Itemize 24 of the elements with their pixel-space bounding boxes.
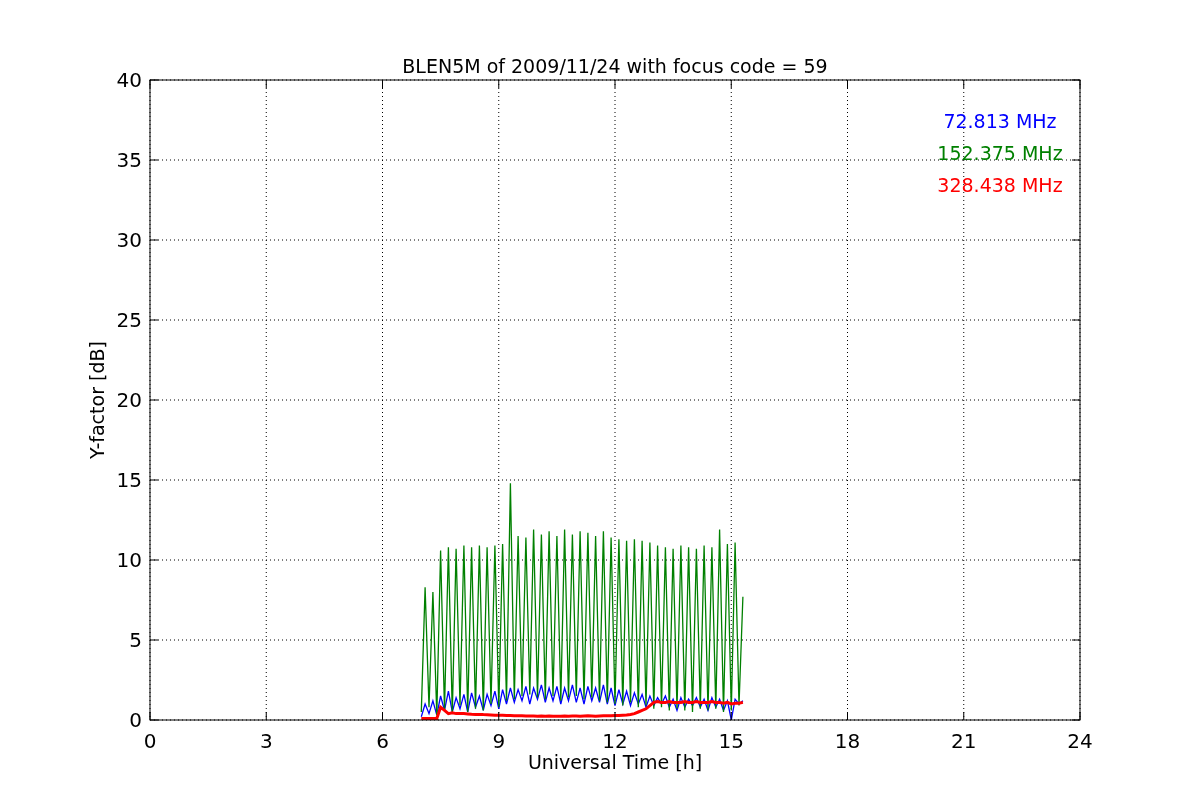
x-tick-label: 0 <box>143 729 157 753</box>
legend-label: 152.375 MHz <box>937 142 1063 164</box>
y-tick-label: 20 <box>116 388 142 412</box>
x-tick-label: 6 <box>376 729 389 753</box>
y-tick-label: 15 <box>116 468 142 492</box>
y-tick-label: 25 <box>116 308 142 332</box>
y-axis-label: Y-factor [dB] <box>86 341 108 459</box>
x-tick-label: 9 <box>492 729 506 753</box>
x-tick-label: 18 <box>834 729 861 753</box>
chart-title: BLEN5M of 2009/11/24 with focus code = 59 <box>402 55 828 77</box>
x-tick-label: 15 <box>718 729 744 753</box>
legend-label: 72.813 MHz <box>943 110 1057 132</box>
y-tick-label: 0 <box>129 708 142 732</box>
y-tick-label: 40 <box>116 68 142 92</box>
legend-label: 328.438 MHz <box>937 174 1063 196</box>
y-tick-label: 5 <box>129 628 142 652</box>
x-tick-label: 21 <box>951 729 977 753</box>
x-tick-label: 3 <box>259 729 273 753</box>
y-tick-label: 35 <box>116 148 142 172</box>
y-tick-label: 10 <box>116 548 142 572</box>
x-axis-label: Universal Time [h] <box>527 751 703 773</box>
y-tick-label: 30 <box>116 228 142 252</box>
x-tick-label: 24 <box>1067 729 1093 753</box>
x-tick-label: 12 <box>602 729 628 753</box>
